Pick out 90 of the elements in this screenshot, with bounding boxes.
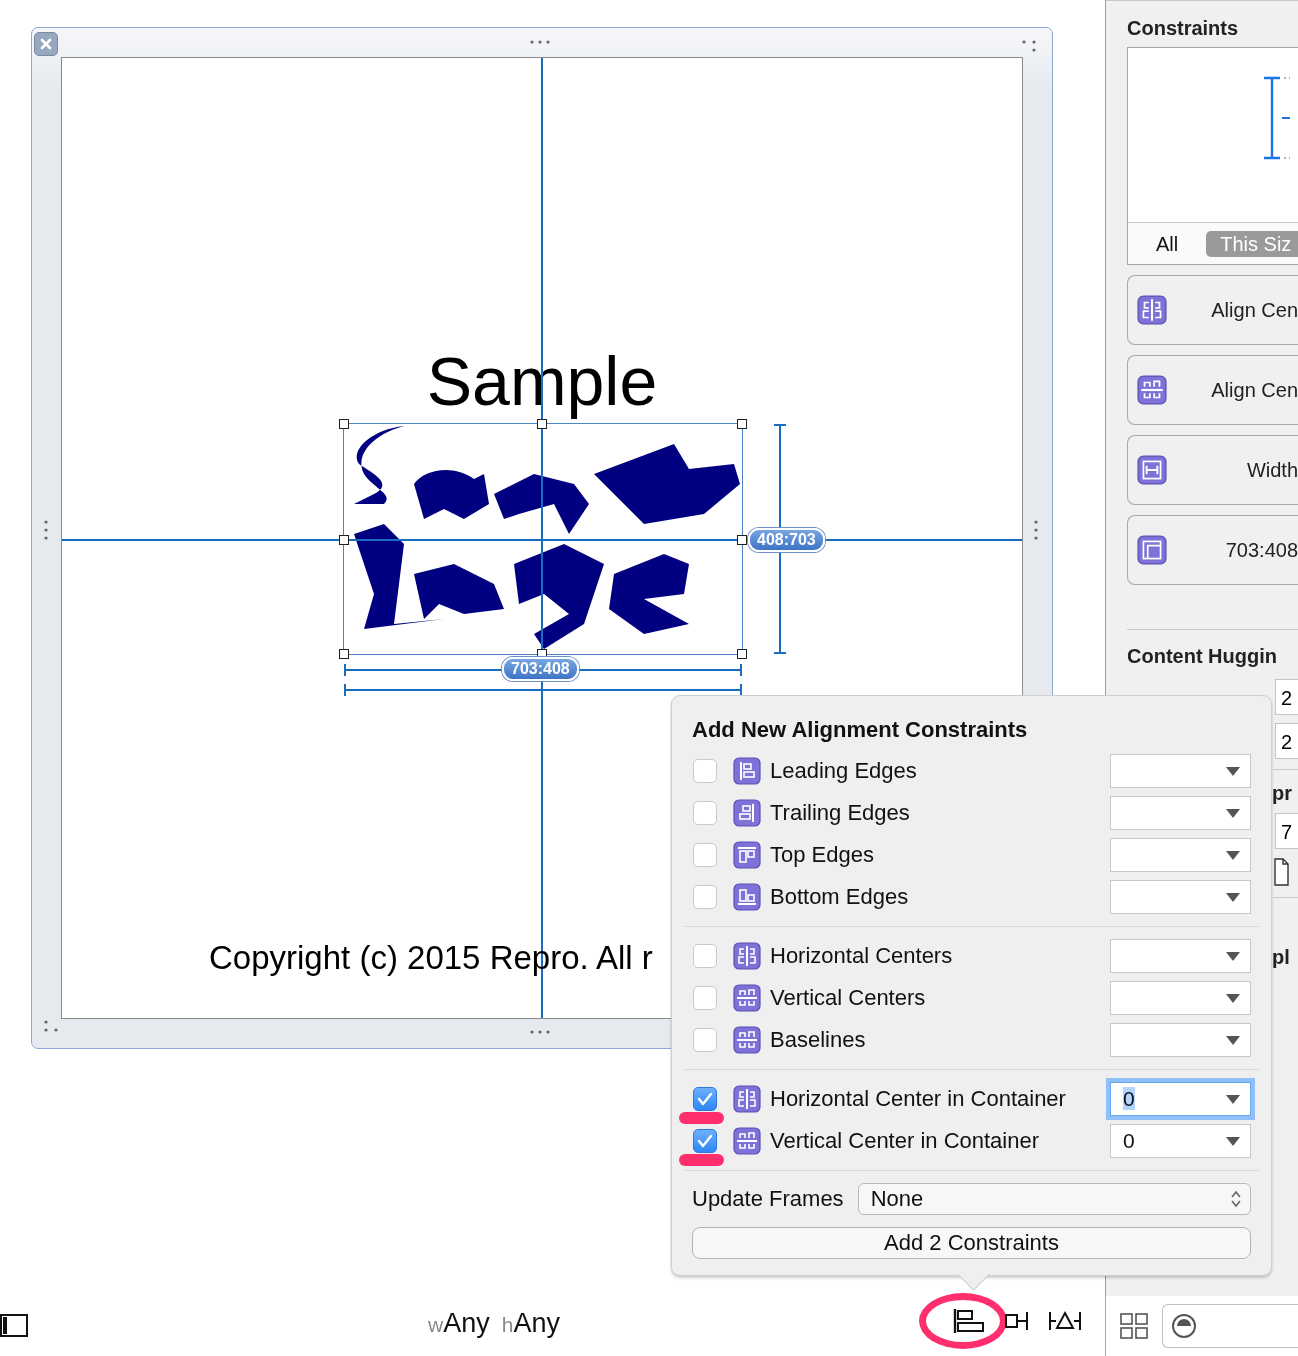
horizontal-center-icon (733, 942, 761, 970)
constraint-item[interactable]: Width (1127, 435, 1298, 505)
constraint-label: Vertical Center in Container (770, 1128, 1041, 1154)
resize-grip-icon (44, 1020, 60, 1032)
constraint-item[interactable]: Align Cen (1127, 355, 1298, 425)
resize-handle[interactable] (737, 419, 747, 429)
horizontal-center-icon (733, 1085, 761, 1113)
checkbox[interactable] (693, 1028, 717, 1052)
filter-icon (1171, 1313, 1197, 1339)
checkbox[interactable] (693, 843, 717, 867)
size-class-value[interactable]: Any (443, 1308, 490, 1339)
checkbox[interactable] (693, 944, 717, 968)
drag-handle-icon (1034, 518, 1038, 542)
checkbox[interactable] (693, 1087, 717, 1111)
checkbox[interactable] (693, 885, 717, 909)
constraint-label: Baselines (770, 1027, 867, 1053)
vertical-center-icon (733, 1127, 761, 1155)
section-title: Constraints (1127, 16, 1240, 41)
caret-icon (1226, 1136, 1240, 1146)
size-class-prefix: w (428, 1313, 444, 1336)
caret-icon (1226, 850, 1240, 860)
sidebar-icon (0, 1314, 28, 1337)
constraint-label: Vertical Centers (770, 985, 927, 1011)
drag-handle-icon (44, 518, 48, 542)
constraint-diagram-icon (1262, 76, 1290, 160)
constraint-label: Horizontal Centers (770, 943, 954, 969)
align-leading-icon (733, 757, 761, 785)
resize-handle[interactable] (339, 649, 349, 659)
add-constraints-button[interactable]: Add 2 Constraints (692, 1227, 1251, 1259)
ratio-badge: 408:703 (748, 528, 825, 552)
section-title: Content Huggin (1127, 644, 1278, 669)
constraint-item[interactable]: Align Cen (1127, 275, 1298, 345)
align-trailing-icon (733, 799, 761, 827)
resize-handle[interactable] (737, 649, 747, 659)
caret-icon (1226, 993, 1240, 1003)
check-icon (697, 1134, 713, 1148)
drag-handle-icon (528, 1030, 552, 1034)
align-bottom-icon (733, 883, 761, 911)
close-icon (39, 37, 53, 51)
align-button[interactable] (952, 1308, 986, 1334)
vertical-center-icon (733, 984, 761, 1012)
stepper-icon (1230, 1190, 1242, 1208)
vertical-center-icon (1137, 375, 1167, 405)
document-icon (1273, 857, 1289, 887)
check-icon (697, 1092, 713, 1106)
popover-title: Add New Alignment Constraints (692, 716, 1029, 744)
ratio-badge: 703:408 (502, 657, 579, 681)
resize-handle[interactable] (339, 535, 349, 545)
caret-icon (1226, 892, 1240, 902)
constraint-label: Horizontal Center in Container (770, 1086, 1067, 1112)
resize-grip-icon (1022, 40, 1038, 52)
align-top-icon (733, 841, 761, 869)
section-title: pl (1272, 946, 1291, 969)
checkbox[interactable] (693, 801, 717, 825)
horizontal-center-icon (1137, 295, 1167, 325)
constraint-label: Top Edges (770, 842, 875, 868)
constraint-label: Bottom Edges (770, 884, 910, 910)
section-title: pr (1272, 782, 1293, 805)
checkbox[interactable] (693, 986, 717, 1010)
caret-icon (1226, 766, 1240, 776)
caret-icon (1226, 1035, 1240, 1045)
size-class-value[interactable]: Any (513, 1308, 560, 1339)
vertical-center-icon (733, 1026, 761, 1054)
priority-field[interactable]: 2 (1275, 723, 1298, 759)
checkbox[interactable] (693, 1129, 717, 1153)
size-tab[interactable]: All (1156, 230, 1193, 257)
drag-handle-icon (528, 40, 552, 44)
update-frames-select[interactable]: None (857, 1183, 1251, 1215)
aspect-ratio-icon (1137, 535, 1167, 565)
grid-icon (1120, 1313, 1148, 1339)
caret-icon (1226, 951, 1240, 961)
resize-handle[interactable] (737, 535, 747, 545)
constraint-item[interactable]: 703:408 (1127, 515, 1298, 585)
constraint-label: Trailing Edges (770, 800, 911, 826)
priority-field[interactable]: 7 (1275, 813, 1298, 849)
width-icon (1137, 455, 1167, 485)
caret-icon (1226, 1094, 1240, 1104)
constant-dropdown[interactable]: 0 (1110, 1124, 1251, 1158)
checkbox[interactable] (693, 759, 717, 783)
update-frames-label: Update Frames (692, 1186, 844, 1212)
align-icon (952, 1308, 986, 1334)
resize-handle[interactable] (339, 419, 349, 429)
caret-icon (1226, 808, 1240, 818)
constraint-label: Leading Edges (770, 758, 918, 784)
priority-field[interactable]: 2 (1275, 679, 1298, 715)
filter-field[interactable] (1162, 1304, 1298, 1348)
sidebar-toggle-button[interactable] (0, 1314, 28, 1337)
resize-handle[interactable] (537, 419, 547, 429)
close-button[interactable] (34, 32, 58, 56)
size-class-prefix: h (501, 1313, 514, 1336)
